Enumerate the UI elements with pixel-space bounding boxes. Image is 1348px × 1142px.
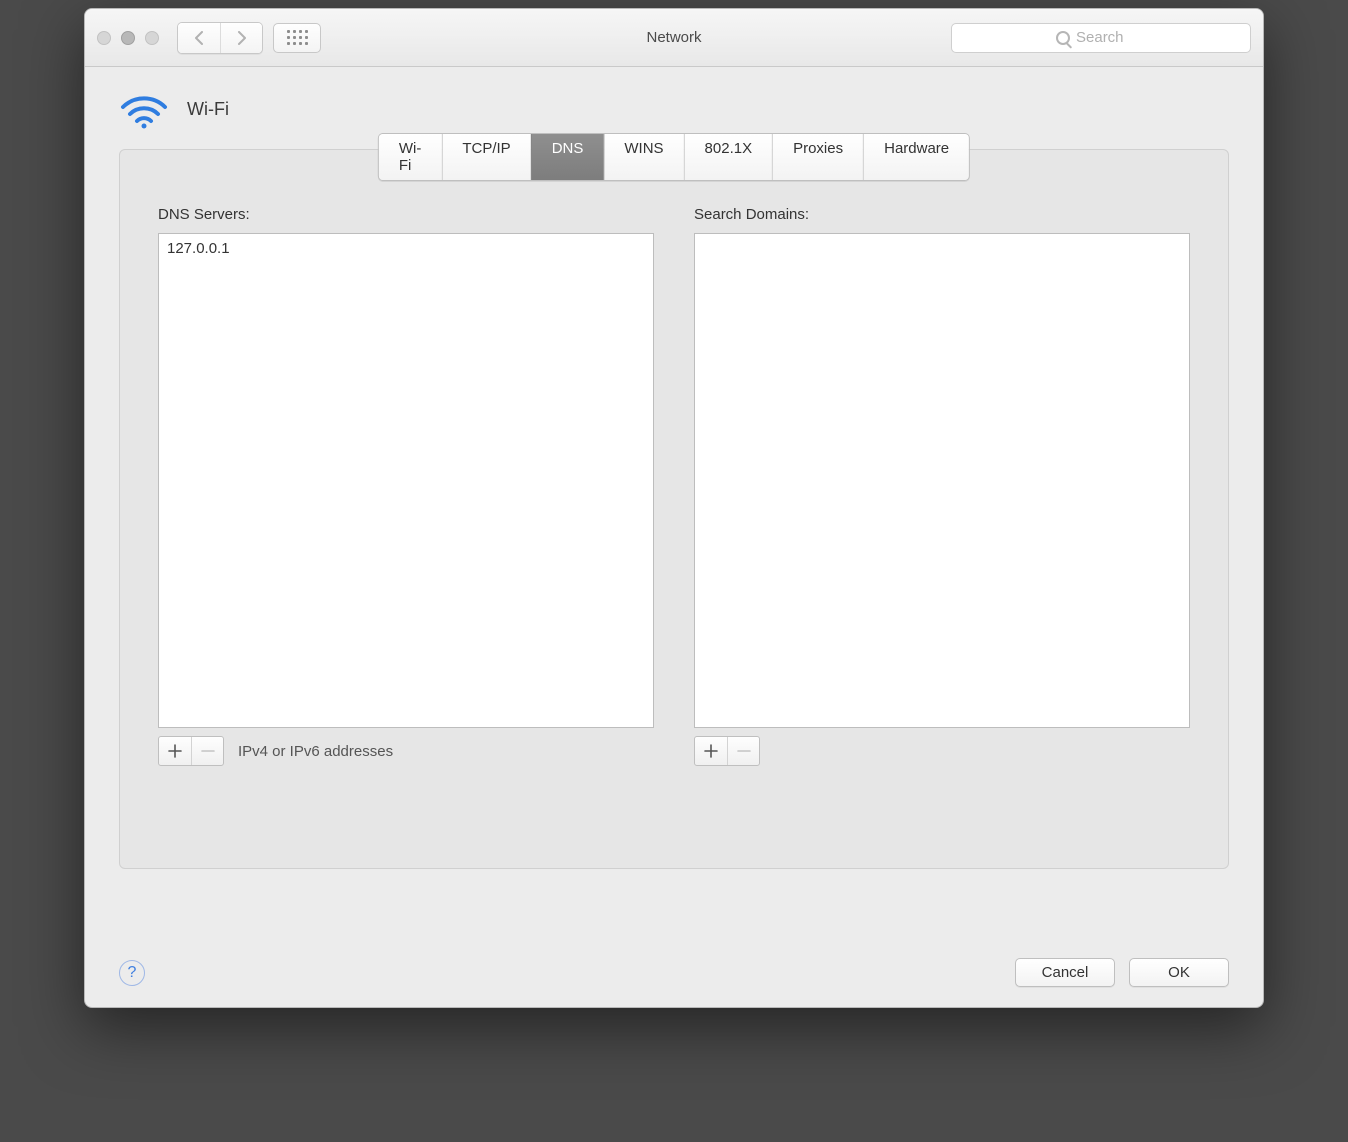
minimize-window-button[interactable] <box>121 31 135 45</box>
tab-hardware[interactable]: Hardware <box>863 134 969 180</box>
nav-buttons <box>177 22 263 54</box>
add-dns-server-button[interactable] <box>159 737 191 765</box>
minus-icon <box>201 744 215 758</box>
tab-dns[interactable]: DNS <box>531 134 604 180</box>
show-all-button[interactable] <box>273 23 321 53</box>
dns-servers-label: DNS Servers: <box>158 206 654 223</box>
dns-server-add-remove <box>158 736 224 766</box>
close-window-button[interactable] <box>97 31 111 45</box>
dns-servers-controls: IPv4 or IPv6 addresses <box>158 736 654 766</box>
remove-dns-server-button[interactable] <box>191 737 223 765</box>
tab-802-1x[interactable]: 802.1X <box>684 134 773 180</box>
search-domains-label: Search Domains: <box>694 206 1190 223</box>
dns-servers-hint: IPv4 or IPv6 addresses <box>238 743 393 760</box>
interface-name: Wi-Fi <box>187 99 229 120</box>
zoom-window-button[interactable] <box>145 31 159 45</box>
settings-panel: Wi-FiTCP/IPDNSWINS802.1XProxiesHardware … <box>119 149 1229 869</box>
window-controls <box>97 31 159 45</box>
search-icon <box>1056 31 1070 45</box>
wifi-icon <box>119 89 169 129</box>
search-field-wrap[interactable] <box>951 23 1251 53</box>
dns-server-row[interactable]: 127.0.0.1 <box>159 238 653 259</box>
tab-wins[interactable]: WINS <box>603 134 683 180</box>
search-domains-list[interactable] <box>694 233 1190 728</box>
add-search-domain-button[interactable] <box>695 737 727 765</box>
network-preferences-window: Network Wi-Fi Wi-FiTCP/IPDNSWINS802.1XPr… <box>84 8 1264 1008</box>
tab-tcp-ip[interactable]: TCP/IP <box>441 134 530 180</box>
dns-columns: DNS Servers: 127.0.0.1 IPv4 or IPv6 addr… <box>158 206 1190 766</box>
tab-wi-fi[interactable]: Wi-Fi <box>379 134 442 180</box>
minus-icon <box>737 744 751 758</box>
titlebar: Network <box>85 9 1263 67</box>
footer: ? Cancel OK <box>119 958 1229 987</box>
forward-button[interactable] <box>220 23 262 53</box>
help-icon: ? <box>128 964 137 982</box>
grid-icon <box>287 30 308 45</box>
search-domains-column: Search Domains: <box>694 206 1190 766</box>
dns-servers-column: DNS Servers: 127.0.0.1 IPv4 or IPv6 addr… <box>158 206 654 766</box>
help-button[interactable]: ? <box>119 960 145 986</box>
ok-button[interactable]: OK <box>1129 958 1229 987</box>
tab-proxies[interactable]: Proxies <box>772 134 863 180</box>
back-button[interactable] <box>178 23 220 53</box>
plus-icon <box>704 744 718 758</box>
remove-search-domain-button[interactable] <box>727 737 759 765</box>
plus-icon <box>168 744 182 758</box>
content-area: Wi-Fi Wi-FiTCP/IPDNSWINS802.1XProxiesHar… <box>85 67 1263 889</box>
cancel-button[interactable]: Cancel <box>1015 958 1115 987</box>
tab-bar: Wi-FiTCP/IPDNSWINS802.1XProxiesHardware <box>378 133 970 181</box>
dns-servers-list[interactable]: 127.0.0.1 <box>158 233 654 728</box>
search-domain-add-remove <box>694 736 760 766</box>
search-input[interactable] <box>1076 29 1146 46</box>
interface-header: Wi-Fi <box>119 89 1229 129</box>
search-domains-controls <box>694 736 1190 766</box>
